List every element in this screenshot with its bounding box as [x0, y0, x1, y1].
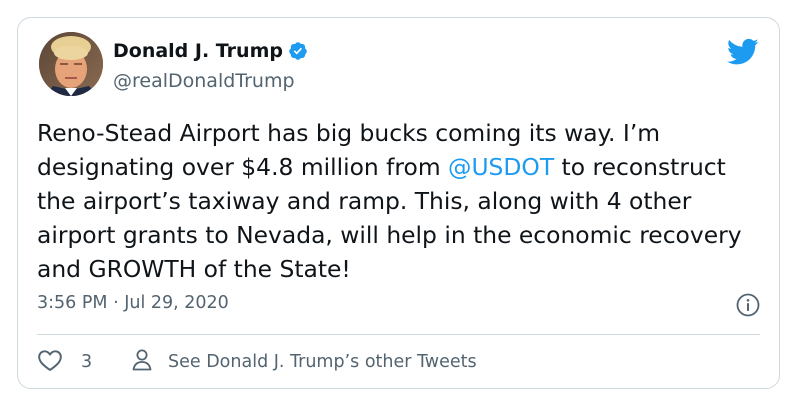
- verified-badge-icon: [288, 41, 308, 61]
- twitter-bird-icon[interactable]: [726, 38, 759, 66]
- tweet-timestamp[interactable]: 3:56 PM · Jul 29, 2020: [37, 293, 229, 313]
- divider: [37, 334, 760, 335]
- author-avatar[interactable]: [39, 32, 103, 96]
- author-handle[interactable]: @realDonaldTrump: [113, 70, 295, 92]
- avatar-photo: [39, 32, 103, 96]
- like-button[interactable]: 3: [37, 348, 92, 376]
- tweet-card: Donald J. Trump @realDonaldTrump Reno-St…: [17, 17, 780, 389]
- like-count: 3: [81, 352, 93, 372]
- see-other-tweets-label: See Donald J. Trump’s other Tweets: [168, 352, 477, 372]
- mention-link[interactable]: @USDOT: [448, 153, 554, 181]
- author-name[interactable]: Donald J. Trump: [113, 40, 283, 62]
- person-icon: [132, 348, 152, 376]
- author-name-row[interactable]: Donald J. Trump: [113, 40, 308, 62]
- info-icon[interactable]: [735, 292, 761, 318]
- heart-icon: [37, 348, 63, 376]
- see-other-tweets-link[interactable]: See Donald J. Trump’s other Tweets: [132, 348, 477, 376]
- tweet-body: Reno-Stead Airport has big bucks coming …: [37, 116, 767, 286]
